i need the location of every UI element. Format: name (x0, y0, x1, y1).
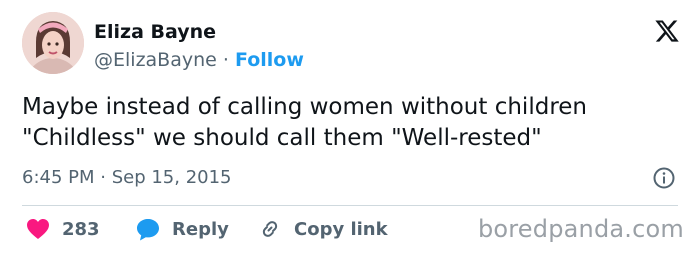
like-button[interactable]: 283 (26, 216, 100, 242)
timestamp-link[interactable]: 6:45 PM · Sep 15, 2015 (22, 167, 232, 188)
tweet-meta: 6:45 PM · Sep 15, 2015 (22, 166, 682, 190)
link-icon (258, 217, 282, 241)
copy-link-label: Copy link (294, 218, 388, 240)
tweet-header: Eliza Bayne @ElizaBayne · Follow (22, 12, 682, 76)
avatar[interactable] (22, 12, 84, 74)
watermark: boredpanda.com (477, 215, 684, 243)
divider (22, 205, 678, 206)
copy-link-button[interactable]: Copy link (258, 216, 388, 242)
reply-label: Reply (172, 218, 229, 240)
x-logo-icon[interactable] (654, 18, 680, 44)
info-icon[interactable] (652, 166, 676, 190)
tweet-text-line-2: "Childless" we should call them "Well-re… (22, 125, 542, 151)
author-handle-line: @ElizaBayne · Follow (94, 47, 304, 73)
author-block: Eliza Bayne @ElizaBayne · Follow (94, 20, 304, 73)
tweet-text: Maybe instead of calling women without c… (22, 92, 682, 154)
heart-icon (26, 218, 50, 240)
like-count: 283 (62, 218, 100, 240)
author-handle[interactable]: @ElizaBayne (94, 49, 217, 71)
follow-button[interactable]: Follow (235, 49, 304, 71)
reply-bubble-icon (136, 218, 160, 241)
author-display-name[interactable]: Eliza Bayne (94, 20, 304, 44)
tweet-text-line-1: Maybe instead of calling women without c… (22, 94, 587, 120)
reply-button[interactable]: Reply (136, 216, 229, 242)
handle-separator: · (222, 49, 229, 71)
